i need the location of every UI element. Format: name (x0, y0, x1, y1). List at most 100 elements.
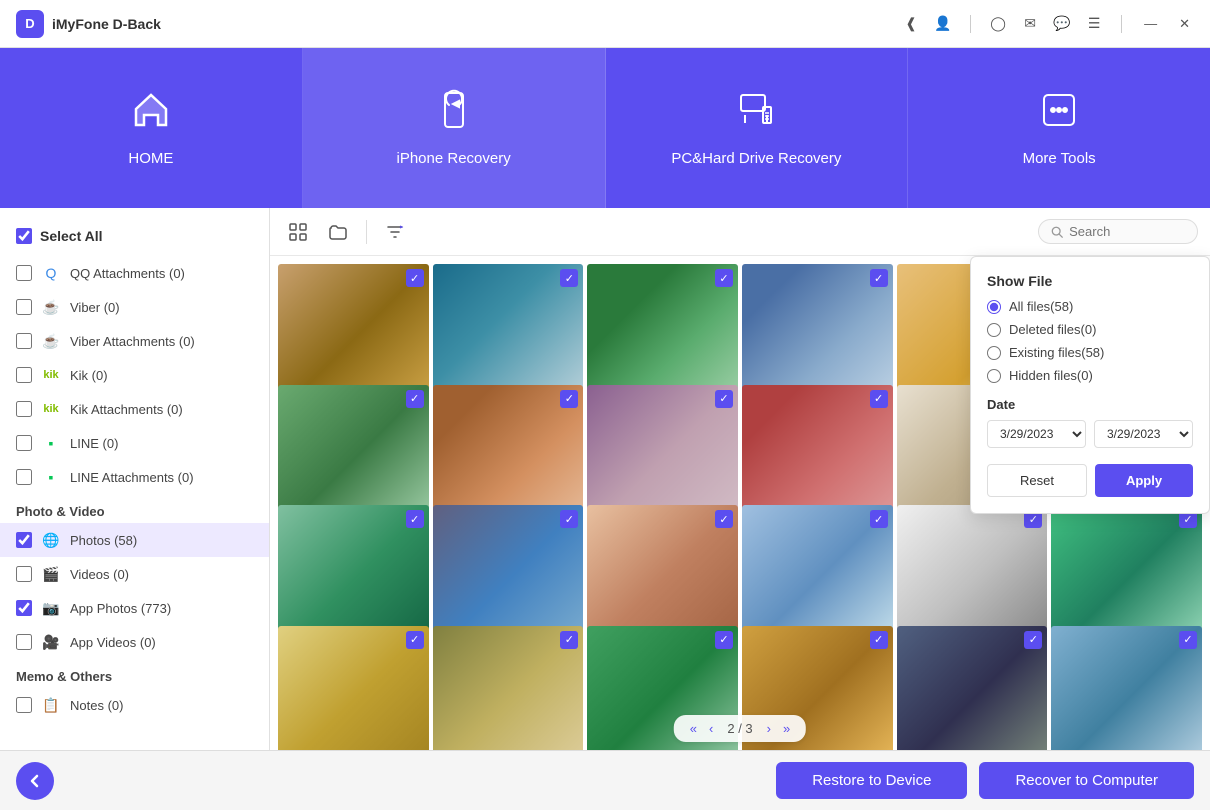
sidebar-cb-viber[interactable] (16, 299, 32, 315)
photo-area: ✓✓✓✓✓✓✓✓✓✓✓✓✓✓✓✓✓✓✓✓✓✓✓✓ « ‹ 2 / 3 › » S… (270, 208, 1210, 750)
kik-att-icon: kik (40, 398, 62, 420)
sidebar-label-qq-attachments: QQ Attachments (0) (70, 266, 253, 281)
nav-iphone-recovery[interactable]: iPhone Recovery (303, 48, 606, 208)
photo-cell[interactable]: ✓ (433, 626, 584, 751)
filter-date-from[interactable]: 3/29/2023 (987, 420, 1086, 448)
main-content: Select All Q QQ Attachments (0) ☕ Viber … (0, 208, 1210, 750)
home-icon (130, 89, 172, 140)
location-icon[interactable]: ◯ (989, 15, 1007, 33)
viber-icon: ☕ (40, 296, 62, 318)
photo-check-icon: ✓ (870, 631, 888, 649)
back-button[interactable] (16, 762, 54, 800)
grid-view-button[interactable] (282, 216, 314, 248)
sidebar-item-kik-attachments[interactable]: kik Kik Attachments (0) (0, 392, 269, 426)
filter-option-existing[interactable]: Existing files(58) (987, 345, 1193, 360)
chat-icon[interactable]: 💬 (1053, 15, 1071, 33)
sidebar-cb-videos[interactable] (16, 566, 32, 582)
photo-cell[interactable]: ✓ (278, 626, 429, 751)
select-all-checkbox[interactable] (16, 228, 32, 244)
filter-date-section: Date 3/29/2023 3/29/2023 (987, 397, 1193, 448)
app-logo: D (16, 10, 44, 38)
titlebar-icons: ❰ 👤 ◯ ✉ 💬 ☰ — ✕ (902, 15, 1194, 33)
sidebar-item-line-attachments[interactable]: ▪ LINE Attachments (0) (0, 460, 269, 494)
section-photo-video: Photo & Video (0, 494, 269, 523)
filter-reset-button[interactable]: Reset (987, 464, 1087, 497)
photo-check-icon: ✓ (870, 390, 888, 408)
photo-check-icon: ✓ (560, 269, 578, 287)
nav-pc-recovery-label: PC&Hard Drive Recovery (671, 150, 841, 167)
filter-title: Show File (987, 273, 1193, 289)
first-page-button[interactable]: « (686, 719, 701, 738)
photo-check-icon: ✓ (406, 390, 424, 408)
sidebar-cb-kik-attachments[interactable] (16, 401, 32, 417)
iphone-recovery-icon (433, 89, 475, 140)
app-name: iMyFone D-Back (52, 16, 902, 32)
restore-to-device-button[interactable]: Restore to Device (776, 762, 967, 799)
next-page-button[interactable]: › (763, 719, 775, 738)
filter-apply-button[interactable]: Apply (1095, 464, 1193, 497)
photo-cell[interactable]: ✓ (897, 626, 1048, 751)
filter-button[interactable] (379, 216, 411, 248)
photo-check-icon: ✓ (870, 269, 888, 287)
more-tools-icon (1038, 89, 1080, 140)
filter-radio-existing[interactable] (987, 346, 1001, 360)
filter-option-hidden[interactable]: Hidden files(0) (987, 368, 1193, 383)
sidebar-item-app-videos[interactable]: 🎥 App Videos (0) (0, 625, 269, 659)
prev-page-button[interactable]: ‹ (705, 719, 717, 738)
sidebar-item-app-photos[interactable]: 📷 App Photos (773) (0, 591, 269, 625)
sidebar-item-videos[interactable]: 🎬 Videos (0) (0, 557, 269, 591)
recover-to-computer-button[interactable]: Recover to Computer (979, 762, 1194, 799)
filter-label-existing: Existing files(58) (1009, 345, 1104, 360)
sidebar-item-viber-attachments[interactable]: ☕ Viber Attachments (0) (0, 324, 269, 358)
sidebar-item-viber[interactable]: ☕ Viber (0) (0, 290, 269, 324)
sidebar-cb-viber-attachments[interactable] (16, 333, 32, 349)
sidebar-cb-notes[interactable] (16, 697, 32, 713)
sidebar-cb-line-attachments[interactable] (16, 469, 32, 485)
filter-radio-hidden[interactable] (987, 369, 1001, 383)
sidebar-cb-qq-attachments[interactable] (16, 265, 32, 281)
photo-check-icon: ✓ (715, 390, 733, 408)
sidebar-label-app-videos: App Videos (0) (70, 635, 253, 650)
filter-radio-all[interactable] (987, 300, 1001, 314)
mail-icon[interactable]: ✉ (1021, 15, 1039, 33)
qq-icon: Q (40, 262, 62, 284)
minimize-button[interactable]: — (1140, 16, 1161, 31)
section-memo-others: Memo & Others (0, 659, 269, 688)
share-icon[interactable]: ❰ (902, 15, 920, 33)
sidebar-cb-photos[interactable] (16, 532, 32, 548)
filter-option-all[interactable]: All files(58) (987, 299, 1193, 314)
search-input[interactable] (1069, 224, 1185, 239)
sidebar-cb-app-videos[interactable] (16, 634, 32, 650)
nav-iphone-recovery-label: iPhone Recovery (397, 150, 511, 167)
photo-check-icon: ✓ (870, 510, 888, 528)
filter-label-all: All files(58) (1009, 299, 1073, 314)
sidebar-item-kik[interactable]: kik Kik (0) (0, 358, 269, 392)
menu-icon[interactable]: ☰ (1085, 15, 1103, 33)
sidebar-cb-kik[interactable] (16, 367, 32, 383)
sidebar-item-line[interactable]: ▪ LINE (0) (0, 426, 269, 460)
filter-dropdown: Show File All files(58) Deleted files(0)… (970, 256, 1210, 514)
nav-home[interactable]: HOME (0, 48, 303, 208)
win-separator (1121, 15, 1122, 33)
sidebar-item-photos[interactable]: 🌐 Photos (58) (0, 523, 269, 557)
photo-check-icon: ✓ (1179, 631, 1197, 649)
photo-check-icon: ✓ (560, 631, 578, 649)
nav-more-tools[interactable]: More Tools (908, 48, 1210, 208)
sidebar-cb-app-photos[interactable] (16, 600, 32, 616)
user-icon[interactable]: 👤 (934, 15, 952, 33)
last-page-button[interactable]: » (779, 719, 794, 738)
sidebar-cb-line[interactable] (16, 435, 32, 451)
sidebar-label-kik: Kik (0) (70, 368, 253, 383)
sidebar-item-qq-attachments[interactable]: Q QQ Attachments (0) (0, 256, 269, 290)
line-att-icon: ▪ (40, 466, 62, 488)
filter-date-to[interactable]: 3/29/2023 (1094, 420, 1193, 448)
filter-radio-deleted[interactable] (987, 323, 1001, 337)
sidebar-label-notes: Notes (0) (70, 698, 253, 713)
close-button[interactable]: ✕ (1175, 16, 1194, 32)
filter-option-deleted[interactable]: Deleted files(0) (987, 322, 1193, 337)
folder-view-button[interactable] (322, 216, 354, 248)
photo-cell[interactable]: ✓ (1051, 626, 1202, 751)
photo-check-icon: ✓ (560, 390, 578, 408)
sidebar-item-notes[interactable]: 📋 Notes (0) (0, 688, 269, 722)
nav-pc-recovery[interactable]: PC&Hard Drive Recovery (606, 48, 909, 208)
